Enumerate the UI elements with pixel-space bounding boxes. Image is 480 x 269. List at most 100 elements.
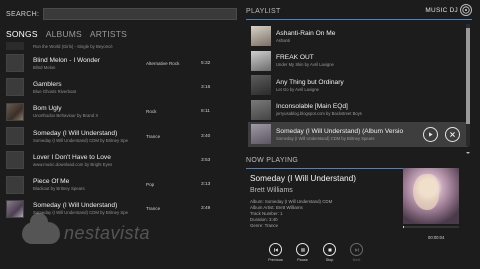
song-subtitle: Someday (I Will Understand) CDM by Britn… [33, 137, 129, 143]
tab-albums[interactable]: ALBUMS [46, 29, 82, 39]
playlist-item-selected[interactable]: Someday (I Will Understand) (Album Versi… [248, 122, 468, 147]
search-label: SEARCH: [6, 10, 40, 18]
player-pane: PLAYLIST MUSIC DJ Ashanti-Rain On Me Ash… [246, 0, 480, 269]
now-playing-artist: Brett Williams [250, 187, 293, 194]
playlist-title: Inconsolable [Main EQd] [276, 103, 348, 111]
watermark-text: nestavista [64, 222, 151, 243]
pause-button[interactable]: Pause [293, 243, 312, 262]
playlist-subtitle: Under My Skin by Avril Lavigne [276, 62, 334, 68]
song-thumbnail [6, 175, 24, 194]
tab-artists[interactable]: ARTISTS [90, 29, 127, 39]
playlist-scrollbar[interactable] [466, 24, 470, 154]
now-playing-title: Someday (I Will Understand) [250, 173, 357, 183]
playlist-title: FREAK OUT [276, 54, 314, 62]
song-row[interactable]: Run the World (Girls) - Single by Beyonc… [6, 40, 232, 51]
song-subtitle: Blue Ghosts Riverboat [33, 88, 76, 94]
playlist-thumbnail [251, 99, 271, 120]
song-subtitle: Unorthodox Behaviour by Brand X [33, 113, 99, 119]
cloud-icon [22, 213, 60, 244]
song-row[interactable]: Gamblers Blue Ghosts Riverboat 3:16 [6, 75, 232, 99]
song-duration: 3:49 [201, 206, 211, 212]
playlist-item[interactable]: Ashanti-Rain On Me Ashanti [248, 24, 468, 49]
playlist-subtitle: Someday (I Will Understand) CDM by Britn… [276, 135, 375, 141]
playlist-subtitle: jorryusablog.blogspot.com by Backstreet … [276, 111, 362, 117]
close-icon[interactable] [445, 126, 460, 142]
song-subtitle: Blackout by Britney Spears [33, 186, 85, 192]
playback-progress-bar[interactable] [403, 226, 459, 228]
playlist-title: Ashanti-Rain On Me [276, 29, 336, 37]
progress-fill [403, 226, 405, 228]
song-genre: Trance [146, 133, 161, 139]
song-title: Someday (I Will Understand) [33, 129, 118, 137]
song-thumbnail [6, 127, 24, 146]
scrollbar-thumb[interactable] [466, 28, 470, 124]
song-list: Run the World (Girls) - Single by Beyonc… [6, 40, 232, 221]
music-disc-icon [460, 4, 472, 16]
song-duration: 8:11 [201, 109, 210, 115]
song-row[interactable]: Blind Melon - I Wonder Blind Melon Alter… [6, 51, 232, 75]
song-row[interactable]: Lover I Don't Have to Love www.music.dow… [6, 148, 232, 172]
previous-icon[interactable] [269, 243, 282, 256]
stop-button[interactable]: Stop [320, 243, 339, 262]
song-title: Blind Melon - I Wonder [33, 56, 100, 64]
library-pane: SEARCH: SONGS ALBUMS ARTISTS Run the Wor… [0, 0, 238, 269]
playlist: Ashanti-Rain On Me Ashanti FREAK OUT Und… [248, 24, 468, 147]
library-tabs: SONGS ALBUMS ARTISTS [6, 29, 127, 39]
song-thumbnail [6, 41, 24, 50]
play-icon[interactable] [423, 126, 438, 142]
playlist-thumbnail [251, 124, 271, 145]
playlist-item[interactable]: Inconsolable [Main EQd] jorryusablog.blo… [248, 98, 468, 123]
elapsed-time: 00:00:04 [428, 235, 445, 240]
playback-controls: Previous Pause Stop Next [266, 243, 366, 262]
song-thumbnail [6, 199, 24, 218]
song-duration: 3:40 [201, 133, 211, 139]
song-title: Gamblers [33, 80, 62, 88]
app-title: MUSIC DJ [425, 7, 458, 14]
playlist-subtitle: Ashanti [276, 37, 290, 43]
stop-label: Stop [325, 258, 334, 262]
next-button[interactable]: Next [347, 243, 366, 262]
playlist-title: Any Thing but Ordinary [276, 78, 344, 86]
song-genre: Alternative Rock [146, 60, 180, 66]
next-label: Next [352, 258, 361, 262]
playlist-subtitle: Let Go by Avril Lavigne [276, 86, 319, 92]
pause-icon[interactable] [296, 243, 309, 256]
stop-icon[interactable] [323, 243, 336, 256]
playlist-thumbnail [251, 75, 271, 96]
song-row[interactable]: Bom Ugly Unorthodox Behaviour by Brand X… [6, 100, 232, 124]
playlist-header: PLAYLIST [246, 8, 281, 15]
now-playing-details: Album: Someday (I Will Understand) CDM A… [250, 199, 332, 229]
song-thumbnail [6, 78, 24, 97]
genre-text: Genre: Trance [250, 223, 279, 229]
song-subtitle: www.music.download.com by Bright Eyes [33, 161, 113, 167]
watermark: nestavista [22, 213, 151, 244]
song-thumbnail [6, 54, 24, 73]
song-genre: Rock [146, 109, 157, 115]
pause-label: Pause [297, 258, 308, 262]
previous-label: Previous [268, 258, 283, 262]
song-duration: 5:32 [201, 60, 211, 66]
playlist-title: Someday (I Will Understand) (Album Versi… [276, 127, 404, 135]
playlist-thumbnail [251, 50, 271, 71]
tab-songs[interactable]: SONGS [6, 29, 38, 39]
scroll-down-icon[interactable] [466, 142, 470, 154]
song-title: Bom Ugly [33, 105, 62, 113]
previous-button[interactable]: Previous [266, 243, 285, 262]
playlist-item[interactable]: FREAK OUT Under My Skin by Avril Lavigne [248, 49, 468, 74]
song-subtitle: Blind Melon [33, 64, 56, 70]
song-thumbnail [6, 102, 24, 121]
song-subtitle: Someday (I Will Understand) CDM by Britn… [33, 210, 129, 216]
song-subtitle: Run the World (Girls) - Single by Beyonc… [33, 43, 113, 49]
next-icon[interactable] [350, 243, 363, 256]
playlist-item[interactable]: Any Thing but Ordinary Let Go by Avril L… [248, 73, 468, 98]
song-title: Piece Of Me [33, 178, 70, 186]
song-title: Someday (I Will Understand) [33, 202, 118, 210]
search-bar: SEARCH: [6, 8, 238, 20]
song-duration: 3:13 [201, 182, 211, 188]
song-row[interactable]: Someday (I Will Understand) Someday (I W… [6, 124, 232, 148]
search-input[interactable] [43, 8, 238, 20]
song-row[interactable]: Piece Of Me Blackout by Britney Spears P… [6, 172, 232, 196]
playlist-divider [246, 19, 472, 20]
song-genre: Pop [146, 182, 155, 188]
song-title: Lover I Don't Have to Love [33, 153, 111, 161]
